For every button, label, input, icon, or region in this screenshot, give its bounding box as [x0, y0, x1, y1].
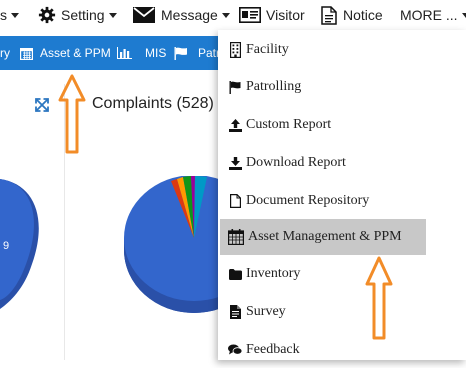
menu-item-partial[interactable]: s	[0, 0, 19, 30]
caret-down-icon	[108, 12, 117, 18]
module-nav-item-mis[interactable]: MIS	[145, 36, 188, 70]
id-card-icon	[239, 7, 261, 23]
menu-item-visitor[interactable]: Visitor	[239, 0, 305, 30]
left-pie-chart	[0, 179, 39, 309]
dropdown-item-facility[interactable]: Facility	[220, 32, 426, 68]
dropdown-item-label: Patrolling	[246, 79, 302, 94]
building-icon	[228, 42, 242, 58]
calendar-icon	[20, 47, 33, 60]
module-nav-asset-label: Asset & PPM	[40, 46, 111, 60]
upload-icon	[228, 118, 242, 132]
expand-icon[interactable]	[34, 97, 50, 113]
dropdown-item-patrolling[interactable]: Patrolling	[220, 69, 426, 105]
caret-down-icon	[461, 12, 466, 18]
dropdown-item-label: Asset Management & PPM	[248, 229, 402, 244]
annotation-arrow-up-icon	[58, 74, 86, 154]
dropdown-item-download-report[interactable]: Download Report	[220, 145, 426, 181]
dropdown-item-label: Document Repository	[246, 193, 370, 208]
dropdown-item-label: Facility	[246, 42, 289, 57]
dropdown-item-label: Survey	[246, 304, 286, 319]
envelope-icon	[133, 7, 155, 23]
annotation-arrow-up-icon	[365, 256, 393, 340]
file-text-icon	[228, 305, 242, 319]
left-chart-panel: 9	[0, 84, 65, 360]
module-nav-item-partial[interactable]: ry	[0, 36, 10, 70]
menu-item-more-label: MORE ...	[400, 7, 458, 23]
download-icon	[228, 156, 242, 170]
menu-item-setting-label: Setting	[61, 7, 105, 23]
dropdown-item-asset-management[interactable]: Asset Management & PPM	[220, 219, 426, 255]
dropdown-item-feedback[interactable]: Feedback	[220, 332, 426, 368]
menu-item-setting[interactable]: Setting	[38, 0, 117, 30]
menu-item-message[interactable]: Message	[133, 0, 230, 30]
caret-down-icon	[11, 12, 19, 18]
menu-item-more[interactable]: MORE ...	[400, 0, 466, 30]
more-dropdown-menu: Facility Patrolling Custom Report Downlo…	[218, 30, 466, 360]
dropdown-item-custom-report[interactable]: Custom Report	[220, 107, 426, 143]
module-nav-mis-label: MIS	[145, 46, 167, 60]
dropdown-item-label: Inventory	[246, 266, 301, 281]
dropdown-item-label: Feedback	[246, 342, 300, 357]
comments-icon	[228, 344, 242, 356]
menu-item-visitor-label: Visitor	[266, 7, 305, 23]
top-menu-bar: s Setting Message Visitor Notice MORE ..…	[0, 0, 466, 30]
left-pie-value-label: 9	[3, 240, 10, 252]
module-nav-item-patrol[interactable]: Patr	[198, 36, 220, 70]
chart-title: Complaints (528)	[92, 95, 214, 112]
folder-icon	[228, 268, 242, 280]
dropdown-item-survey[interactable]: Survey	[220, 294, 426, 330]
dropdown-item-inventory[interactable]: Inventory	[220, 256, 426, 292]
gear-icon	[38, 6, 56, 24]
module-nav-bar: ry Asset & PPM MIS Patr	[0, 36, 220, 70]
flag-icon	[228, 80, 242, 94]
caret-down-icon	[221, 12, 230, 18]
dropdown-item-document-repository[interactable]: Document Repository	[220, 183, 426, 219]
module-nav-item-asset[interactable]: Asset & PPM	[20, 36, 132, 70]
menu-item-notice[interactable]: Notice	[321, 0, 383, 30]
file-icon	[228, 194, 242, 208]
file-text-icon	[321, 5, 337, 25]
flag-icon	[174, 46, 188, 60]
dropdown-item-label: Custom Report	[246, 117, 332, 132]
calendar-icon	[228, 229, 244, 245]
menu-item-notice-label: Notice	[343, 7, 383, 23]
dropdown-item-label: Download Report	[246, 155, 346, 170]
menu-item-message-label: Message	[161, 7, 218, 23]
bar-chart-icon	[116, 47, 132, 59]
